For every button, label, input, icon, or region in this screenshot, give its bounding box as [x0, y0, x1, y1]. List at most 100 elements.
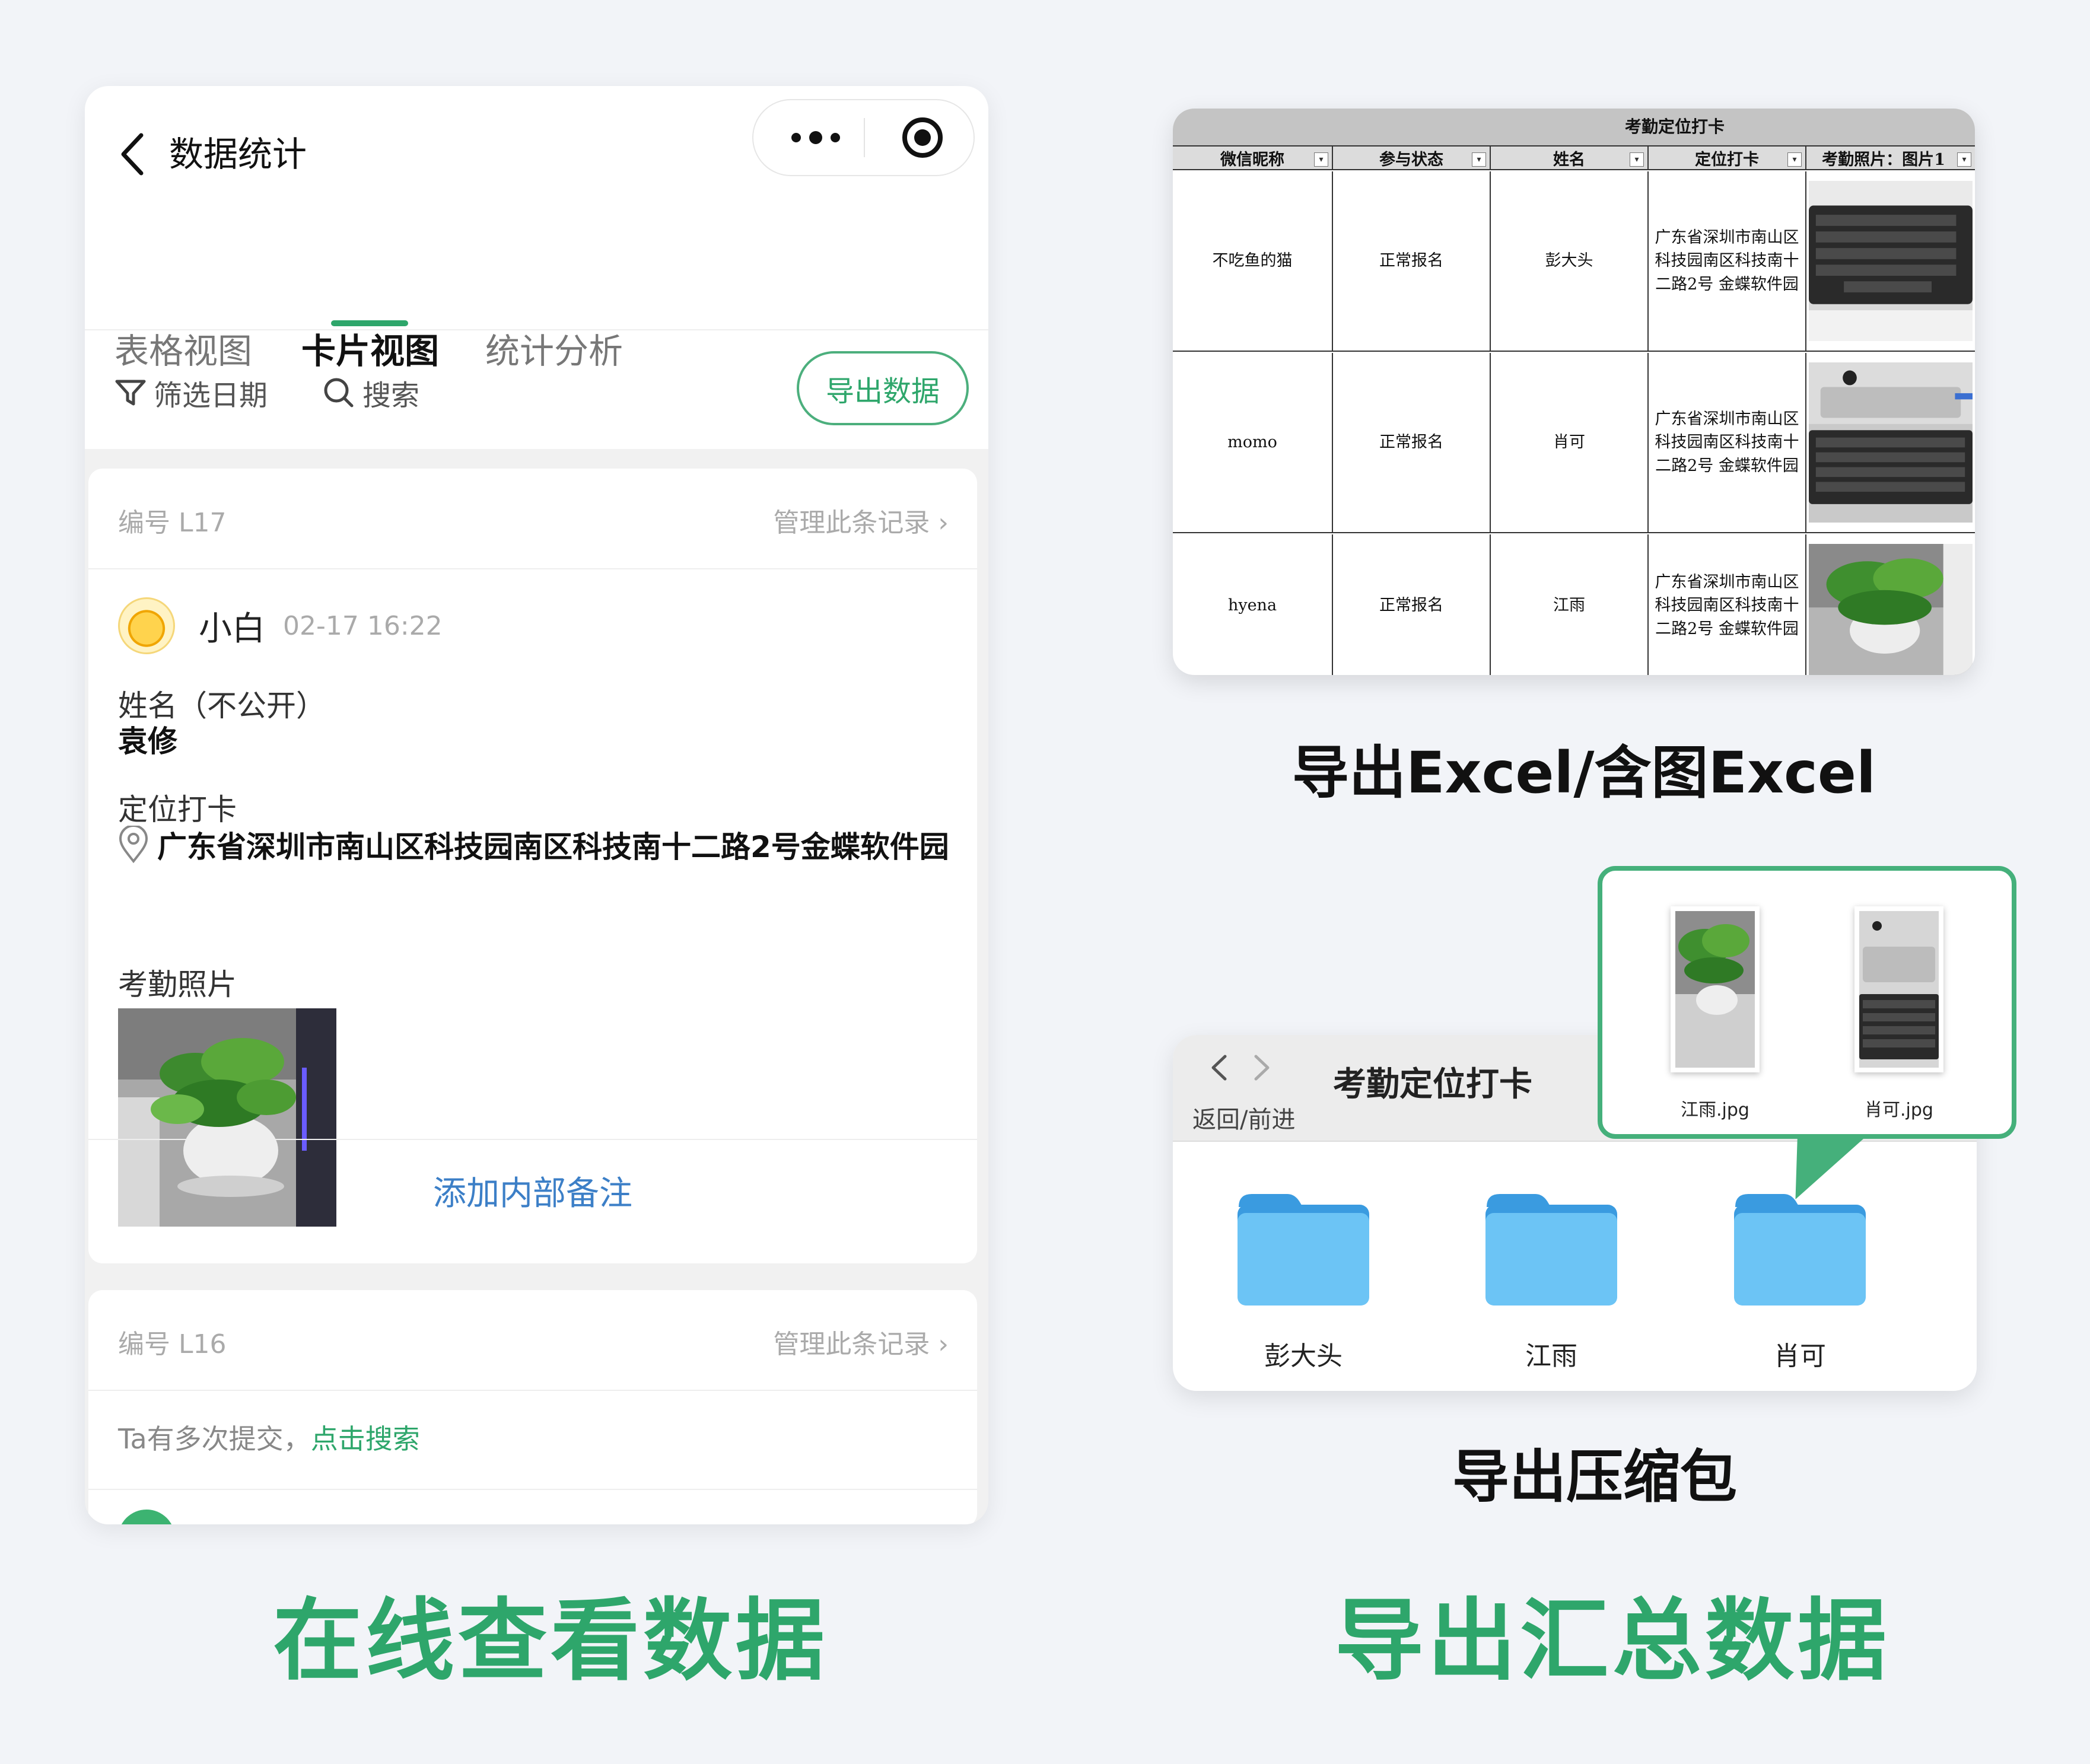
toolbar: 筛选日期 搜索 导出数据 [85, 330, 988, 449]
avatar [118, 1510, 175, 1524]
manage-record-link[interactable]: 管理此条记录 › [773, 501, 949, 539]
column-header: 定位打卡 ▾ [1649, 147, 1806, 169]
more-button[interactable] [777, 100, 854, 175]
record-target-icon [902, 117, 943, 158]
page-title: 数据统计 [169, 134, 307, 174]
folder-contents-popover: 江雨.jpg 肖可.jpg [1598, 866, 2016, 1139]
left-caption: 在线查看数据 [273, 1590, 829, 1693]
status-cell: 正常报名 [1333, 353, 1491, 532]
table-row: hyena 正常报名 江雨 广东省深圳市南山区科技园南区科技南十二路2号 金蝶软… [1173, 534, 1975, 675]
photo-field-label: 考勤照片 [118, 967, 237, 1002]
location-field-label: 定位打卡 [118, 792, 237, 827]
location-field-value: 广东省深圳市南山区科技园南区科技南十二路2号金蝶软件园 [118, 823, 949, 866]
multiple-submissions-note: Ta有多次提交，点击搜索 [118, 1418, 420, 1457]
avatar [118, 597, 175, 654]
more-dots-icon [791, 131, 840, 144]
record-card-header: 编号 L17 管理此条记录 › [88, 469, 977, 569]
column-header-label: 定位打卡 [1695, 150, 1759, 169]
active-tab-indicator [331, 320, 408, 326]
export-data-button[interactable]: 导出数据 [797, 351, 969, 425]
add-note-button[interactable]: 添加内部备注 [88, 1142, 977, 1240]
column-header-label: 考勤照片：图片1 [1822, 150, 1945, 169]
zip-caption: 导出压缩包 [1452, 1444, 1737, 1510]
column-header: 考勤照片：图片1 ▾ [1806, 147, 1975, 169]
filter-dropdown-icon[interactable]: ▾ [1314, 152, 1328, 167]
folder-name: 彭大头 [1264, 1341, 1343, 1371]
photo-cell [1806, 353, 1975, 532]
column-header: 姓名 ▾ [1491, 147, 1649, 169]
right-caption: 导出汇总数据 [1335, 1590, 1891, 1693]
record-card-header: 编号 L16 管理此条记录 › [88, 1290, 977, 1391]
folder-name: 江雨 [1525, 1341, 1577, 1371]
manage-record-link[interactable]: 管理此条记录 › [773, 1323, 949, 1361]
close-program-button[interactable] [890, 100, 955, 175]
record-card: 编号 L17 管理此条记录 › 小白 02-17 16:22 姓名（不公开） 袁… [88, 469, 977, 1263]
location-cell: 广东省深圳市南山区科技园南区科技南十二路2号 金蝶软件园 [1649, 171, 1806, 351]
nickname-cell: hyena [1173, 534, 1333, 675]
location-cell: 广东省深圳市南山区科技园南区科技南十二路2号 金蝶软件园 [1649, 353, 1806, 532]
status-cell: 正常报名 [1333, 171, 1491, 351]
table-row: 不吃鱼的猫 正常报名 彭大头 广东省深圳市南山区科技园南区科技南十二路2号 金蝶… [1173, 171, 1975, 352]
search-label: 搜索 [362, 379, 420, 412]
record-number: 编号 L17 [118, 508, 227, 538]
record-number: 编号 L16 [118, 1329, 227, 1359]
column-header-label: 姓名 [1553, 150, 1585, 169]
keyboard-photo-image [1809, 181, 1973, 341]
excel-caption: 导出Excel/含图Excel [1292, 740, 1876, 806]
back-arrow-icon[interactable] [1208, 1053, 1229, 1082]
forward-arrow-icon[interactable] [1252, 1053, 1273, 1082]
file-thumbnail[interactable] [1854, 906, 1943, 1072]
plant-photo-image [1675, 911, 1755, 1068]
submitter-row: 小白 02-17 16:22 [118, 593, 443, 658]
filter-date-label: 筛选日期 [154, 379, 268, 412]
folder-item[interactable] [1732, 1189, 1868, 1310]
finder-title: 考勤定位打卡 [1333, 1065, 1532, 1104]
search-button[interactable]: 搜索 [322, 372, 419, 413]
finder-nav-label: 返回/前进 [1192, 1106, 1296, 1133]
name-field-value: 袁修 [118, 724, 177, 759]
location-cell: 广东省深圳市南山区科技园南区科技南十二路2号 金蝶软件园 [1649, 534, 1806, 675]
folder-icon [1238, 1194, 1369, 1306]
folder-icon [1485, 1194, 1617, 1306]
location-pin-icon [119, 826, 148, 864]
name-cell: 彭大头 [1491, 171, 1649, 351]
mac-keyboard-photo-image [1809, 362, 1973, 523]
folder-icon [1734, 1194, 1866, 1306]
card-divider [88, 1139, 977, 1140]
sheet-title: 考勤定位打卡 [1173, 109, 1975, 145]
column-header: 微信昵称 ▾ [1173, 147, 1333, 169]
photo-cell [1806, 171, 1975, 351]
folder-name: 肖可 [1774, 1341, 1826, 1371]
search-icon [324, 378, 354, 407]
column-header-label: 参与状态 [1379, 150, 1443, 169]
status-cell: 正常报名 [1333, 534, 1491, 675]
search-submissions-link[interactable]: 点击搜索 [311, 1423, 420, 1455]
file-name: 肖可.jpg [1865, 1100, 1933, 1120]
name-cell: 江雨 [1491, 534, 1649, 675]
back-button[interactable] [103, 107, 162, 202]
file-thumbnail[interactable] [1671, 906, 1760, 1072]
location-text: 广东省深圳市南山区科技园南区科技南十二路2号金蝶软件园 [157, 830, 949, 864]
folder-item[interactable] [1483, 1189, 1620, 1310]
multiple-submissions-text: Ta有多次提交， [118, 1423, 311, 1455]
filter-dropdown-icon[interactable]: ▾ [1787, 152, 1802, 167]
plant-photo-image [1809, 544, 1973, 675]
nickname-cell: momo [1173, 353, 1333, 532]
column-header-label: 微信昵称 [1220, 150, 1284, 169]
submitter-name: 小白 [199, 609, 265, 648]
filter-icon [115, 380, 146, 406]
filter-dropdown-icon[interactable]: ▾ [1630, 152, 1644, 167]
folder-item[interactable] [1235, 1189, 1372, 1310]
column-header: 参与状态 ▾ [1333, 147, 1491, 169]
phone-header: 数据统计 表格视图 卡片视图 统计分析 筛选日期 搜索 导出数据 [85, 86, 988, 449]
excel-preview: 考勤定位打卡 微信昵称 ▾ 参与状态 ▾ 姓名 ▾ 定位打卡 ▾ 考勤照片：图片1 ▾ 不… [1173, 109, 1975, 675]
filter-dropdown-icon[interactable]: ▾ [1472, 152, 1486, 167]
filter-dropdown-icon[interactable]: ▾ [1957, 152, 1971, 167]
finder-nav-arrows [1208, 1053, 1273, 1082]
filter-date-button[interactable]: 筛选日期 [114, 372, 268, 413]
phone-screen: 数据统计 表格视图 卡片视图 统计分析 筛选日期 搜索 导出数据 编号 L17 … [85, 86, 988, 1524]
table-row: momo 正常报名 肖可 广东省深圳市南山区科技园南区科技南十二路2号 金蝶软件… [1173, 353, 1975, 533]
name-cell: 肖可 [1491, 353, 1649, 532]
mini-program-capsule [752, 99, 975, 176]
record-card: 编号 L16 管理此条记录 › Ta有多次提交，点击搜索 [88, 1290, 977, 1524]
